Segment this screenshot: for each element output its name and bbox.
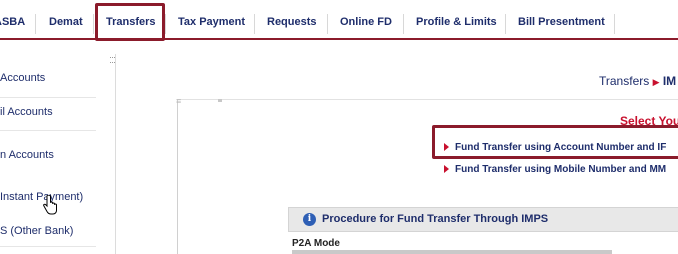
nav-separator (254, 14, 255, 34)
nav-tab-requests[interactable]: Requests (267, 16, 317, 28)
sidebar-divider (0, 130, 96, 131)
nav-separator (93, 14, 94, 34)
nav-tab-demat[interactable]: Demat (49, 16, 83, 28)
nav-tab-online-fd[interactable]: Online FD (340, 16, 392, 28)
panel-tab-marker (218, 99, 222, 102)
sidebar-divider (0, 246, 96, 247)
sidebar-grip-icon[interactable] (110, 57, 115, 63)
p2a-mode-heading: P2A Mode (292, 238, 340, 249)
nav-separator (614, 14, 615, 34)
nav-tab-tax-payment[interactable]: Tax Payment (178, 16, 245, 28)
nav-tab-bill-presentment[interactable]: Bill Presentment (518, 16, 605, 28)
bullet-arrow-icon (444, 165, 449, 173)
sidebar-item-accounts[interactable]: Accounts (0, 72, 45, 84)
bullet-arrow-icon (444, 143, 449, 151)
info-icon: i (303, 213, 316, 226)
hand-cursor-icon (43, 195, 57, 215)
sidebar-divider (0, 97, 96, 98)
breadcrumb-current: IM (662, 74, 677, 88)
breadcrumb: Transfers ▶ IM (599, 74, 676, 88)
nav-tab-profile-limits[interactable]: Profile & Limits (416, 16, 497, 28)
link-fund-transfer-account-number[interactable]: Fund Transfer using Account Number and I… (444, 142, 666, 153)
breadcrumb-arrow-icon: ▶ (652, 77, 660, 87)
link-label[interactable]: Fund Transfer using Mobile Number and MM (455, 164, 666, 175)
nav-separator (403, 14, 404, 34)
breadcrumb-transfers[interactable]: Transfers (599, 74, 649, 88)
sidebar-item-n-accounts[interactable]: n Accounts (0, 149, 54, 161)
nav-tab-asba[interactable]: ASBA (0, 16, 25, 28)
panel-corner-icon: ≡ (176, 96, 182, 106)
link-label[interactable]: Fund Transfer using Account Number and I… (455, 142, 666, 153)
panel-border-top (177, 99, 678, 100)
procedure-title: Procedure for Fund Transfer Through IMPS (322, 213, 549, 225)
nav-separator (35, 14, 36, 34)
nav-separator (505, 14, 506, 34)
panel-border-left (177, 99, 178, 254)
sidebar-item-il-accounts[interactable]: il Accounts (0, 106, 53, 118)
nav-separator (327, 14, 328, 34)
select-title: Select You (620, 114, 678, 128)
link-fund-transfer-mobile-number[interactable]: Fund Transfer using Mobile Number and MM (444, 164, 666, 175)
sidebar-item-other-bank[interactable]: S (Other Bank) (0, 225, 73, 237)
nav-separator (165, 14, 166, 34)
transfers-highlight-box (95, 3, 165, 41)
p2a-description-text (292, 250, 612, 254)
